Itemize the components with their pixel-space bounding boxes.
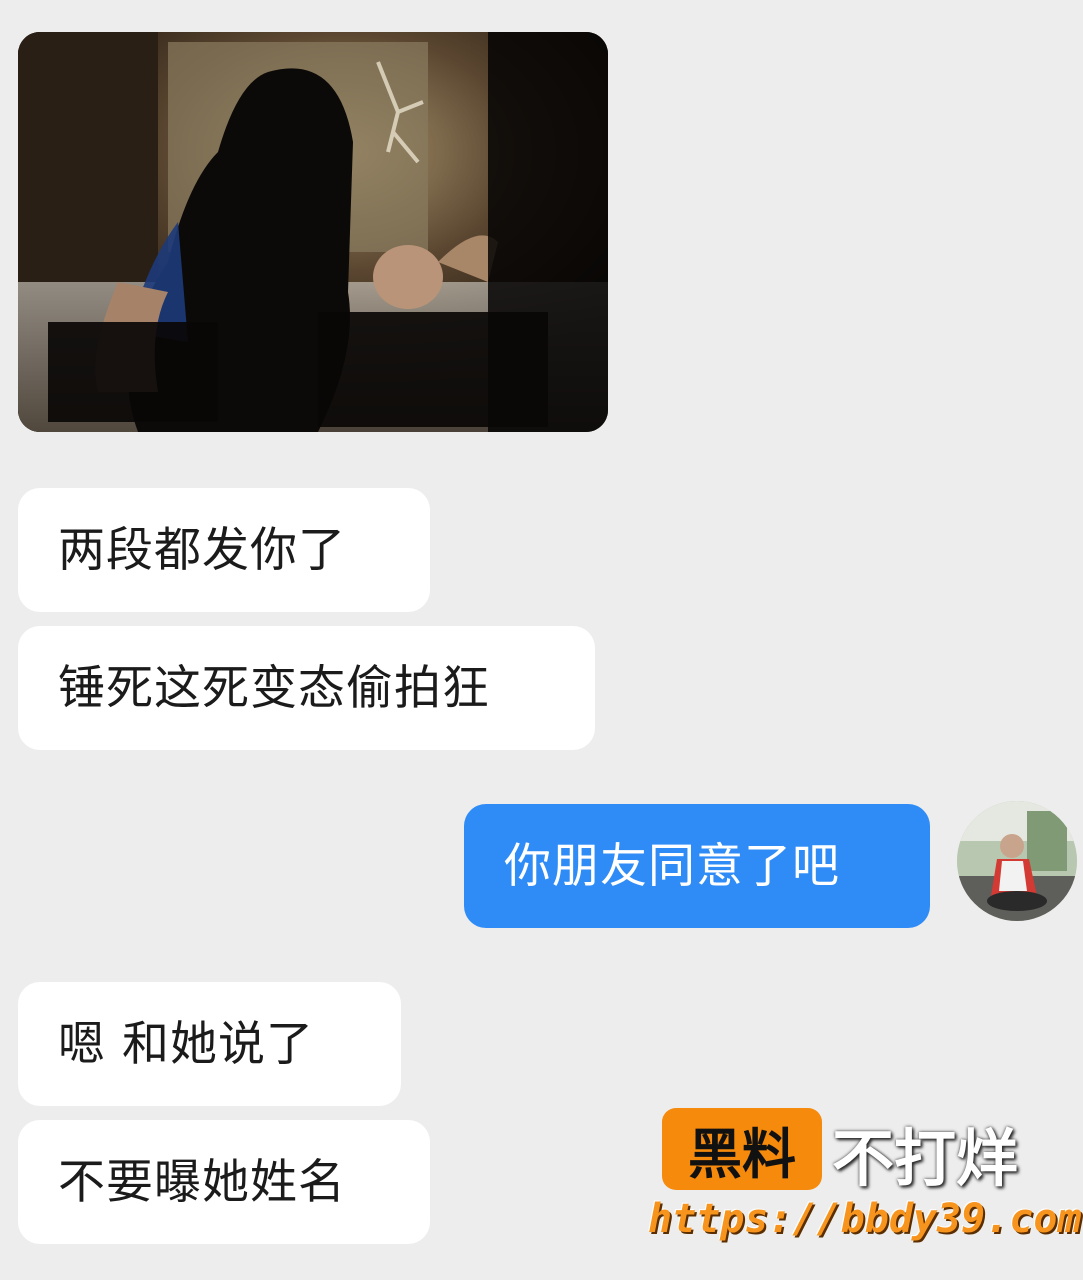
message-text: 两段都发你了 (58, 522, 346, 578)
message-text: 嗯 和她说了 (58, 1016, 314, 1072)
message-bubble-incoming[interactable]: 两段都发你了 (18, 488, 430, 612)
message-bubble-incoming[interactable]: 不要曝她姓名 (18, 1120, 430, 1244)
avatar-photo (957, 801, 1077, 921)
user-avatar[interactable] (957, 801, 1077, 921)
message-bubble-outgoing[interactable]: 你朋友同意了吧 (464, 804, 930, 928)
message-bubble-incoming[interactable]: 嗯 和她说了 (18, 982, 401, 1106)
watermark-tagline: 不打烊 (832, 1122, 1019, 1195)
message-text: 不要曝她姓名 (58, 1154, 346, 1210)
message-text: 你朋友同意了吧 (504, 838, 840, 894)
message-bubble-incoming[interactable]: 锤死这死变态偷拍狂 (18, 626, 595, 750)
message-text: 锤死这死变态偷拍狂 (58, 660, 490, 716)
watermark-badge: 黑料 (662, 1108, 822, 1190)
photo-thumbnail (18, 32, 608, 432)
watermark-badge-text: 黑料 (688, 1122, 796, 1186)
watermark-url: https://bbdy39.com (648, 1196, 1082, 1242)
shared-photo-message[interactable] (18, 32, 608, 432)
